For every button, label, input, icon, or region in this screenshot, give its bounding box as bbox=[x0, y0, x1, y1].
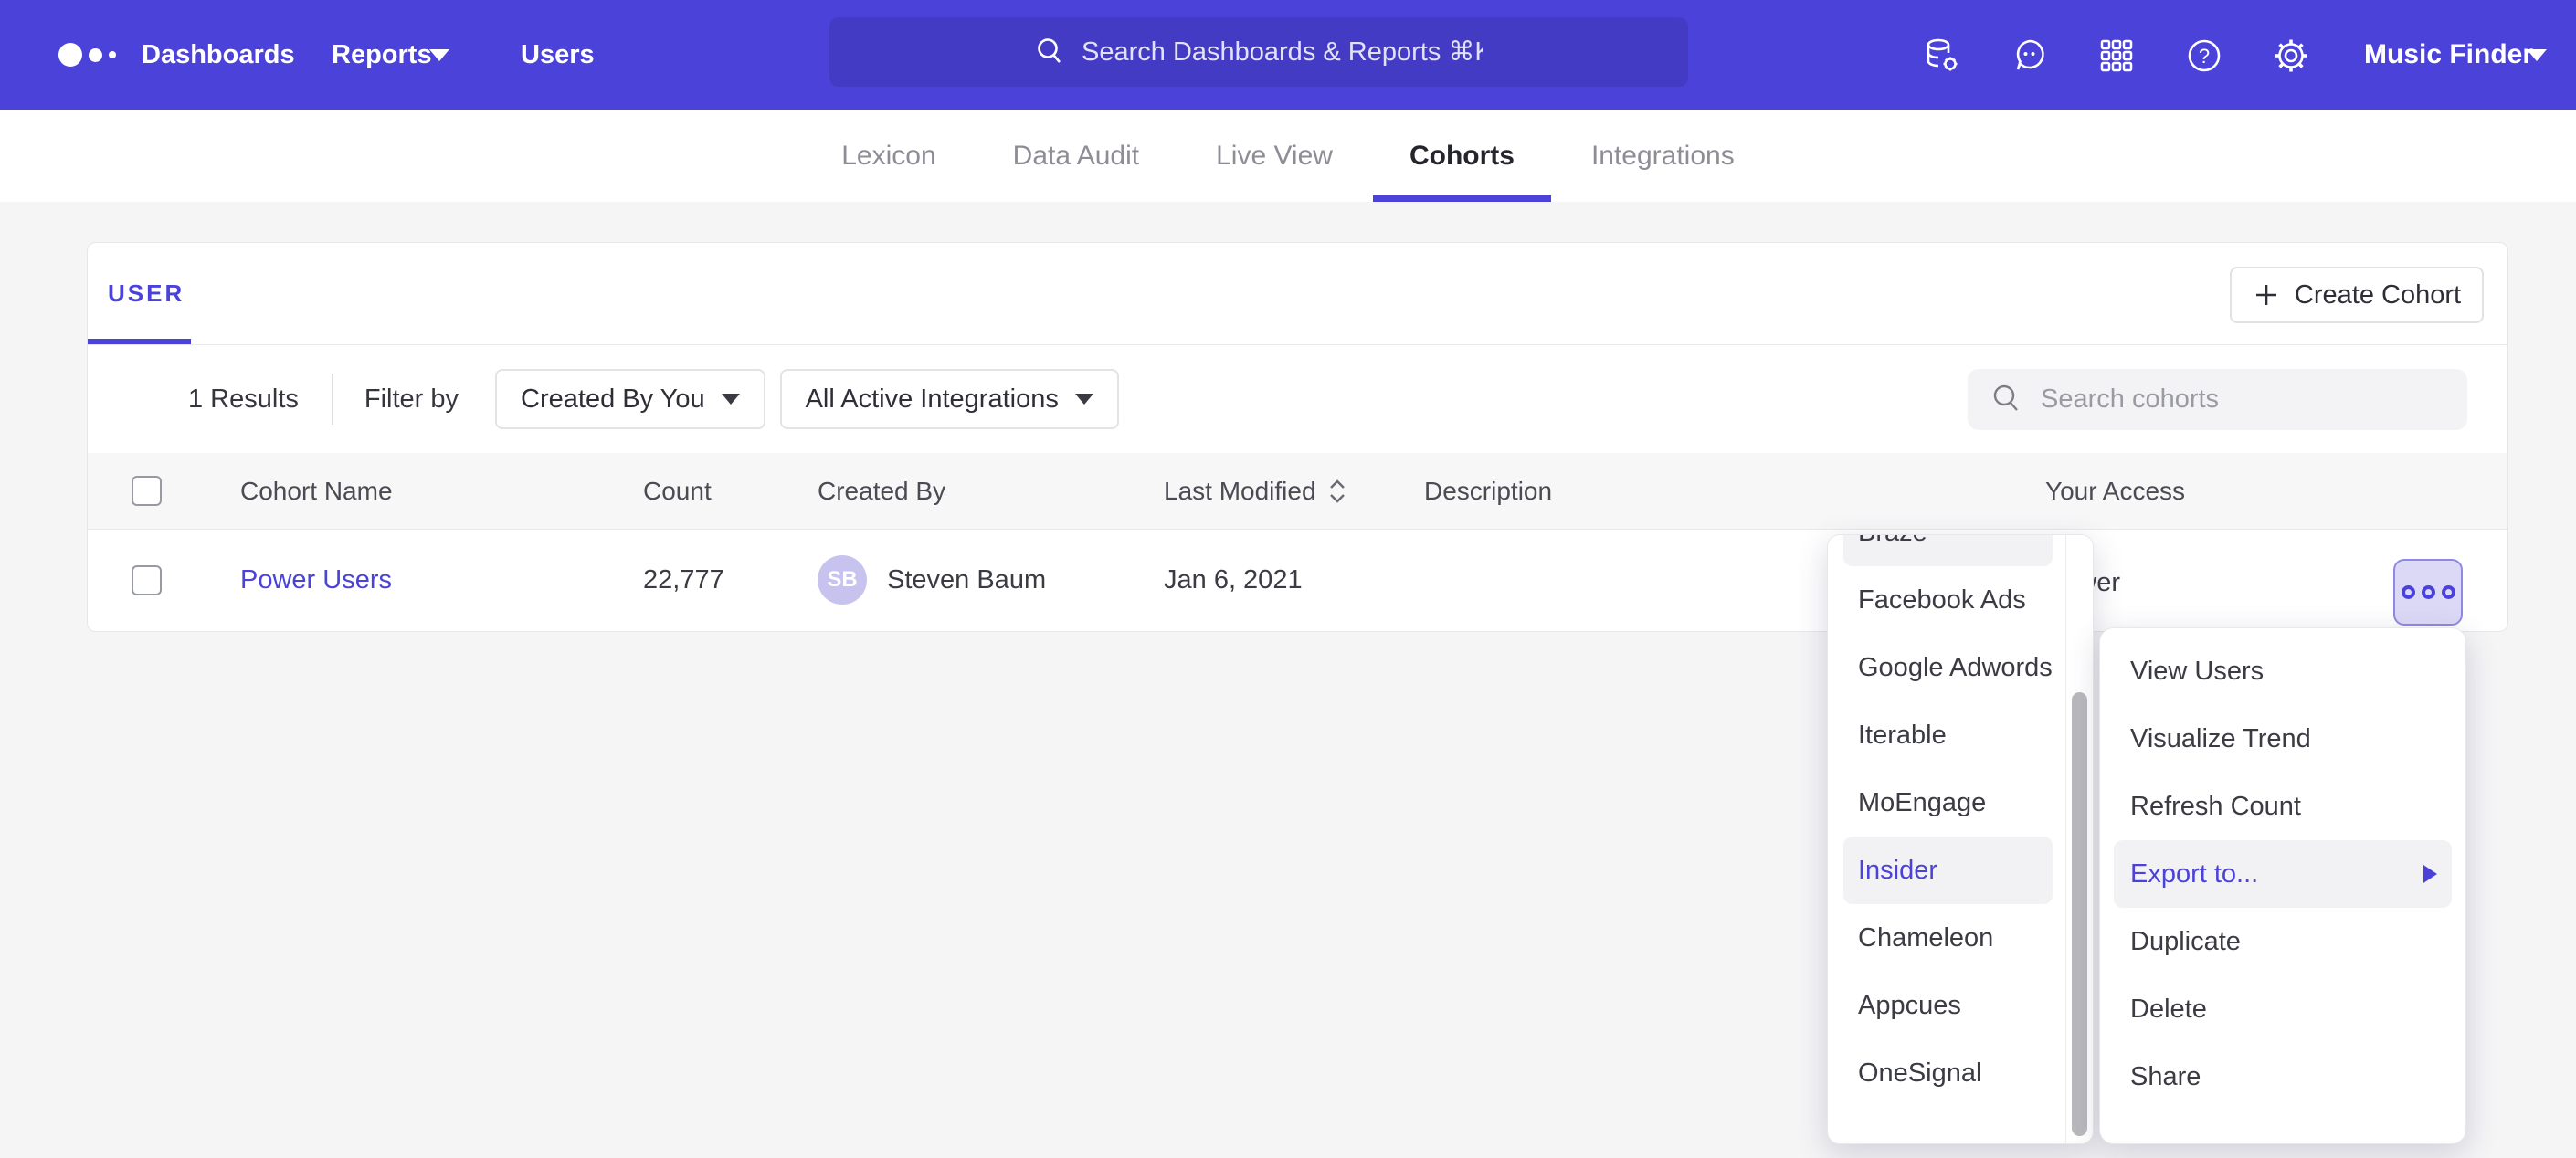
panel-header: USER Create Cohort bbox=[88, 243, 2507, 345]
submenu-item-appcues[interactable]: Appcues bbox=[1843, 972, 2053, 1039]
cohort-name-link[interactable]: Power Users bbox=[240, 565, 643, 595]
data-management-icon[interactable] bbox=[1923, 37, 1961, 75]
cohort-search[interactable] bbox=[1968, 369, 2467, 430]
cohorts-panel: USER Create Cohort 1 Results Filter by C… bbox=[87, 242, 2508, 632]
menu-item-share[interactable]: Share bbox=[2114, 1043, 2452, 1111]
submenu-scrollbar-thumb[interactable] bbox=[2072, 692, 2087, 1136]
svg-text:?: ? bbox=[2199, 45, 2210, 68]
feedback-icon[interactable] bbox=[2011, 37, 2049, 75]
menu-item-visualize-trend[interactable]: Visualize Trend bbox=[2114, 705, 2452, 773]
tab-integrations[interactable]: Integrations bbox=[1591, 110, 1735, 202]
table-header: Cohort Name Count Created By Last Modifi… bbox=[88, 453, 2507, 530]
submenu-item-iterable[interactable]: Iterable bbox=[1843, 701, 2053, 769]
nav-dashboards[interactable]: Dashboards bbox=[142, 0, 295, 110]
caret-down-icon bbox=[722, 394, 740, 405]
created-by-name: Steven Baum bbox=[887, 565, 1046, 595]
header-created-by: Created By bbox=[818, 477, 1164, 506]
submenu-item-chameleon[interactable]: Chameleon bbox=[1843, 904, 2053, 972]
tab-cohorts[interactable]: Cohorts bbox=[1409, 110, 1515, 202]
export-submenu: Braze Facebook Ads Google Adwords Iterab… bbox=[1827, 534, 2094, 1144]
submenu-item-moengage[interactable]: MoEngage bbox=[1843, 769, 2053, 837]
filter-by-label: Filter by bbox=[364, 384, 459, 415]
settings-gear-icon[interactable] bbox=[2272, 37, 2310, 75]
submenu-item-braze[interactable]: Braze bbox=[1843, 534, 2053, 566]
project-caret-icon[interactable] bbox=[2527, 49, 2547, 61]
header-count: Count bbox=[643, 477, 818, 506]
plus-icon bbox=[2253, 281, 2280, 309]
menu-item-delete[interactable]: Delete bbox=[2114, 975, 2452, 1043]
cohort-search-input[interactable] bbox=[2041, 384, 2424, 415]
table-row: Power Users 22,777 SB Steven Baum Jan 6,… bbox=[88, 530, 2507, 630]
section-tabs: Lexicon Data Audit Live View Cohorts Int… bbox=[0, 110, 2576, 202]
created-by-cell: SB Steven Baum bbox=[818, 555, 1164, 605]
integrations-filter[interactable]: All Active Integrations bbox=[780, 369, 1119, 429]
submenu-item-insider[interactable]: Insider bbox=[1843, 837, 2053, 904]
select-all-checkbox[interactable] bbox=[132, 476, 162, 506]
submenu-item-onesignal[interactable]: OneSignal bbox=[1843, 1039, 2053, 1107]
submenu-arrow-icon bbox=[2423, 865, 2437, 883]
project-selector[interactable]: Music Finder bbox=[2364, 0, 2533, 110]
sort-chevrons-icon bbox=[1327, 478, 1347, 505]
filter-toolbar: 1 Results Filter by Created By You All A… bbox=[88, 345, 2507, 453]
row-actions-button[interactable] bbox=[2393, 559, 2463, 626]
mixpanel-logo-icon[interactable] bbox=[58, 0, 116, 110]
header-description: Description bbox=[1424, 477, 2045, 506]
reports-caret-icon[interactable] bbox=[429, 49, 449, 61]
menu-item-refresh-count[interactable]: Refresh Count bbox=[2114, 773, 2452, 840]
menu-item-export-to[interactable]: Export to... bbox=[2114, 840, 2452, 908]
tab-data-audit[interactable]: Data Audit bbox=[1013, 110, 1139, 202]
help-icon[interactable]: ? bbox=[2185, 37, 2223, 75]
submenu-item-google-adwords[interactable]: Google Adwords bbox=[1843, 634, 2053, 701]
header-last-modified[interactable]: Last Modified bbox=[1164, 477, 1424, 506]
menu-item-duplicate[interactable]: Duplicate bbox=[2114, 908, 2452, 975]
global-search[interactable] bbox=[829, 17, 1688, 87]
avatar: SB bbox=[818, 555, 867, 605]
cohort-count: 22,777 bbox=[643, 565, 818, 595]
row-checkbox[interactable] bbox=[132, 565, 162, 595]
row-context-menu: View Users Visualize Trend Refresh Count… bbox=[2099, 627, 2466, 1144]
create-cohort-button[interactable]: Create Cohort bbox=[2230, 267, 2484, 323]
nav-reports[interactable]: Reports bbox=[332, 0, 432, 110]
created-by-filter[interactable]: Created By You bbox=[495, 369, 765, 429]
tab-user-cohorts[interactable]: USER bbox=[108, 279, 185, 308]
search-icon bbox=[1034, 36, 1067, 68]
active-tab-underline bbox=[1373, 195, 1551, 202]
search-icon bbox=[1990, 382, 2024, 416]
last-modified-value: Jan 6, 2021 bbox=[1164, 565, 1424, 595]
results-count: 1 Results bbox=[188, 384, 299, 415]
header-cohort-name: Cohort Name bbox=[240, 477, 643, 506]
submenu-item-facebook-ads[interactable]: Facebook Ads bbox=[1843, 566, 2053, 634]
apps-grid-icon[interactable] bbox=[2097, 37, 2136, 75]
top-navbar: Dashboards Reports Users bbox=[0, 0, 2576, 110]
toolbar-divider bbox=[332, 374, 333, 425]
global-search-input[interactable] bbox=[1082, 37, 1483, 68]
header-your-access: Your Access bbox=[2045, 477, 2507, 506]
caret-down-icon bbox=[1075, 394, 1093, 405]
tab-live-view[interactable]: Live View bbox=[1216, 110, 1333, 202]
tab-lexicon[interactable]: Lexicon bbox=[841, 110, 935, 202]
nav-users[interactable]: Users bbox=[521, 0, 595, 110]
menu-item-view-users[interactable]: View Users bbox=[2114, 637, 2452, 705]
ellipsis-icon bbox=[2402, 585, 2415, 599]
user-tab-underline bbox=[88, 339, 191, 344]
